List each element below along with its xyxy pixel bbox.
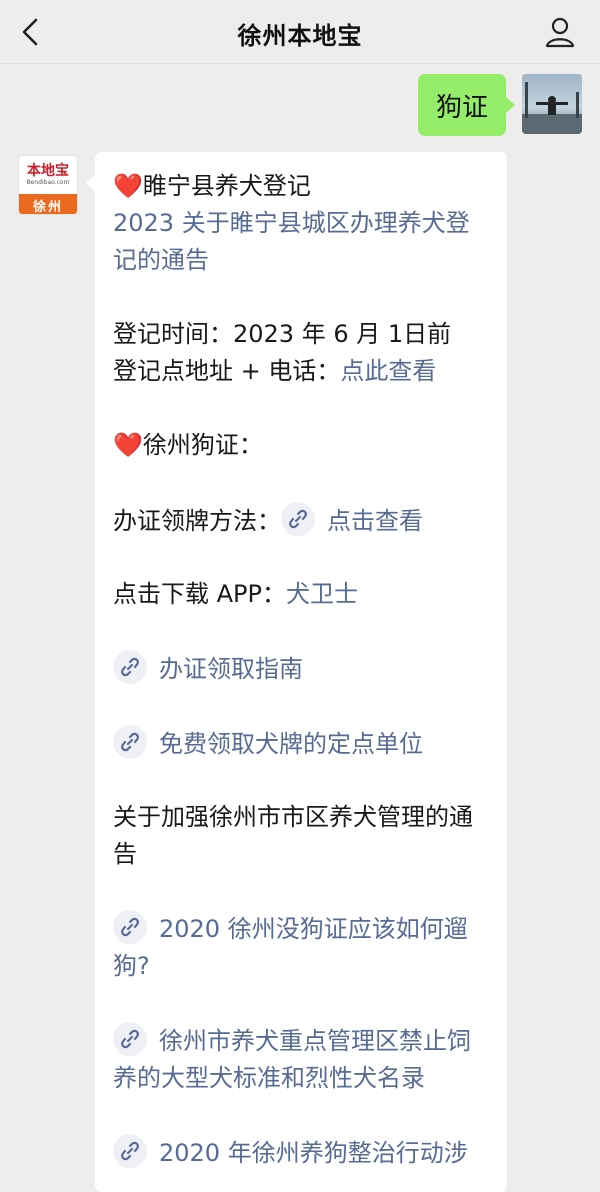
outgoing-message-text: 狗证	[435, 92, 488, 123]
link-icon	[113, 650, 147, 684]
chat-title: 徐州本地宝	[237, 22, 363, 50]
incoming-message-bubble: ❤️睢宁县养犬登记 2023 关于睢宁县城区办理养犬登记的通告 登记时间：202…	[86, 152, 507, 1192]
heart-icon: ❤️	[113, 172, 143, 200]
method-line: 办证领牌方法： 点击查看	[113, 502, 493, 540]
walk-link-text: 2020 徐州没狗证应该如何遛狗?	[113, 915, 468, 980]
method-link[interactable]: 点击查看	[281, 502, 423, 536]
my-avatar[interactable]	[522, 74, 582, 134]
free-tag-link[interactable]: 免费领取犬牌的定点单位	[113, 725, 493, 763]
account-logo-area: 本地宝 Bendibao.com	[19, 156, 77, 194]
guide-link-text: 办证领取指南	[159, 655, 303, 683]
account-avatar[interactable]: 本地宝 Bendibao.com 徐州	[18, 155, 78, 215]
campaign-link[interactable]: 2020 年徐州养狗整治行动涉	[113, 1134, 493, 1172]
heart-icon: ❤️	[113, 431, 143, 459]
link-icon	[113, 910, 147, 944]
suining-title: 睢宁县养犬登记	[142, 172, 311, 200]
outgoing-message-bubble[interactable]: 狗证	[418, 74, 515, 136]
profile-button[interactable]	[542, 14, 578, 50]
free-tag-link-text: 免费领取犬牌的定点单位	[159, 730, 423, 758]
registration-address-label: 登记点地址 + 电话：	[113, 357, 341, 385]
account-logo-text: 本地宝	[27, 163, 69, 179]
app-line: 点击下载 APP：犬卫士	[113, 576, 493, 613]
person-icon	[545, 17, 575, 48]
registration-address-link[interactable]: 点此查看	[340, 357, 436, 385]
registration-time: 登记时间：2023 年 6 月 1日前	[113, 320, 452, 348]
banned-breeds-link-text: 徐州市养犬重点管理区禁止饲养的大型犬标准和烈性犬名录	[113, 1027, 471, 1092]
registration-address-line: 登记点地址 + 电话：点此查看	[113, 353, 493, 390]
link-icon	[113, 1022, 147, 1056]
app-label: 点击下载 APP：	[113, 580, 286, 608]
chat-header: 徐州本地宝	[0, 0, 600, 64]
link-icon	[281, 502, 315, 536]
xuzhou-title: 徐州狗证：	[142, 431, 263, 459]
avatar-photo-icon	[522, 82, 582, 134]
banned-breeds-link[interactable]: 徐州市养犬重点管理区禁止饲养的大型犬标准和烈性犬名录	[113, 1022, 493, 1097]
link-icon	[113, 1134, 147, 1168]
method-link-text: 点击查看	[327, 507, 423, 535]
account-city-label: 徐州	[19, 194, 77, 214]
link-icon	[113, 725, 147, 759]
method-label: 办证领牌方法：	[113, 507, 281, 535]
notice-text: 关于加强徐州市市区养犬管理的通告	[113, 803, 473, 868]
campaign-link-text: 2020 年徐州养狗整治行动涉	[159, 1139, 468, 1167]
account-site-text: Bendibao.com	[26, 179, 70, 186]
xuzhou-title-line: ❤️徐州狗证：	[113, 427, 493, 464]
guide-link[interactable]: 办证领取指南	[113, 650, 493, 688]
app-link[interactable]: 犬卫士	[286, 580, 358, 608]
suining-title-line: ❤️睢宁县养犬登记	[113, 168, 493, 205]
suining-notice-link[interactable]: 2023 关于睢宁县城区办理养犬登记的通告	[113, 205, 493, 279]
walk-link[interactable]: 2020 徐州没狗证应该如何遛狗?	[113, 910, 493, 985]
